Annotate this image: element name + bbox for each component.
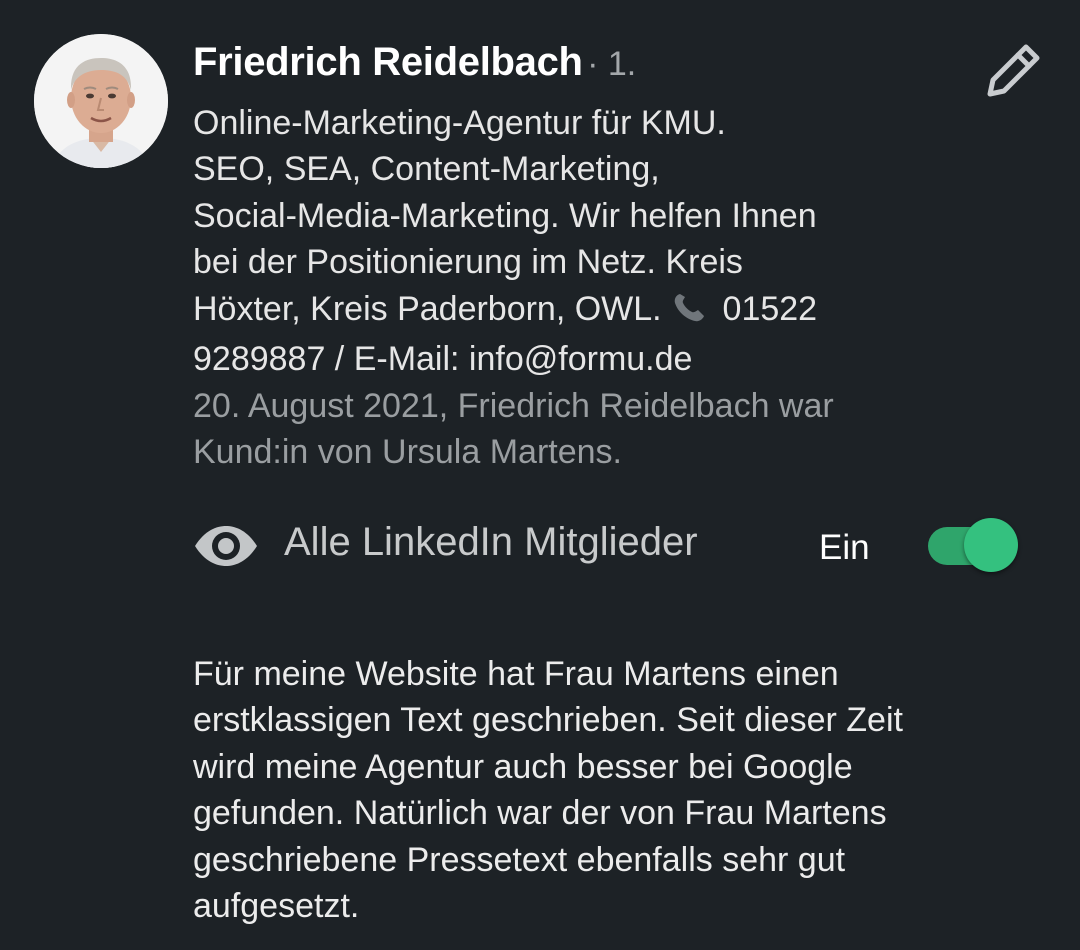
review-line: wird meine Agentur auch besser bei Googl…: [193, 747, 853, 786]
recommendation-text: Für meine Website hat Frau Martens einen…: [193, 651, 1053, 929]
recommender-header: Friedrich Reidelbach · 1.: [193, 40, 953, 85]
headline-line: Online-Marketing-Agentur für KMU.: [193, 104, 726, 142]
headline-line: bei der Positionierung im Netz. Kreis: [193, 243, 743, 282]
edit-button[interactable]: [982, 40, 1044, 102]
visibility-row: Alle LinkedIn Mitglieder Ein: [193, 516, 1033, 576]
headline-line-with-phone: Höxter, Kreis Paderborn, OWL. 01522: [193, 286, 953, 336]
review-line: aufgesetzt.: [193, 887, 360, 926]
review-line: Für meine Website hat Frau Martens einen: [193, 655, 839, 693]
phone-number-part: 01522: [713, 289, 818, 328]
headline-line: Social-Media-Marketing. Wir helfen Ihnen: [193, 196, 817, 235]
headline-line: SEO, SEA, Content-Marketing,: [193, 150, 660, 189]
recommendation-meta: 20. August 2021, Friedrich Reidelbach wa…: [193, 383, 953, 476]
profile-photo: [34, 34, 168, 168]
toggle-state-label: Ein: [819, 528, 870, 567]
pencil-icon: [987, 44, 1040, 97]
headline-line: 9289887 / E-Mail: info@formu.de: [193, 340, 693, 379]
toggle-knob: [964, 518, 1018, 572]
visibility-toggle[interactable]: [928, 518, 1020, 574]
visibility-label: Alle LinkedIn Mitglieder: [284, 520, 698, 564]
review-line: gefunden. Natürlich war der von Frau Mar…: [193, 794, 887, 833]
recommender-name[interactable]: Friedrich Reidelbach: [193, 40, 583, 84]
recommender-headline: Online-Marketing-Agentur für KMU. SEO, S…: [193, 100, 953, 382]
connection-degree: · 1.: [587, 45, 637, 83]
avatar[interactable]: [34, 34, 168, 168]
phone-icon: [671, 290, 711, 336]
review-line: erstklassigen Text geschrieben. Seit die…: [193, 701, 903, 740]
meta-line: Kund:in von Ursula Martens.: [193, 433, 622, 472]
eye-icon: [193, 524, 259, 573]
review-line: geschriebene Pressetext ebenfalls sehr g…: [193, 840, 846, 879]
meta-line: 20. August 2021, Friedrich Reidelbach wa…: [193, 387, 834, 425]
headline-line-text: Höxter, Kreis Paderborn, OWL.: [193, 289, 662, 328]
